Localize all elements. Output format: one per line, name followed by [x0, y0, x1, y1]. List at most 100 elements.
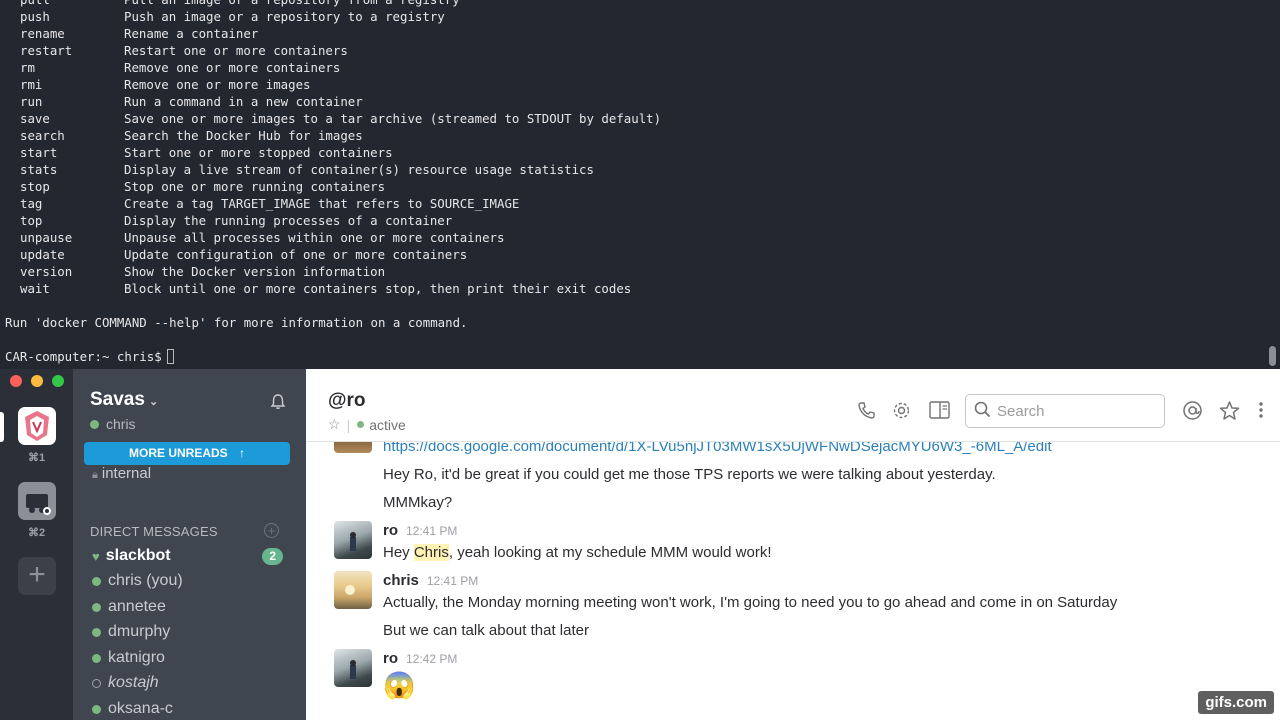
message-timestamp[interactable]: 12:41 PM	[427, 574, 478, 588]
terminal-line: update Update configuration of one or mor…	[5, 246, 661, 263]
message-sender[interactable]: ro 12:42 PM	[383, 650, 457, 667]
message-part: Hey	[383, 544, 414, 561]
more-unreads-button[interactable]: MORE UNREADS ↑	[84, 442, 290, 465]
add-team-button[interactable]: +	[18, 557, 56, 595]
message-sender[interactable]: chris 12:41 PM	[383, 572, 478, 589]
presence-dot-icon	[90, 419, 99, 429]
dm-label: oksana-c	[108, 700, 173, 717]
command-name: run	[20, 94, 43, 109]
user-mention[interactable]: Chris	[413, 544, 449, 561]
terminal-line: rmi Remove one or more images	[5, 76, 661, 93]
terminal-line: version Show the Docker version informati…	[5, 263, 661, 280]
terminal-output: pullPull an image or a repository from a…	[5, 0, 661, 365]
message-text: But we can talk about that later	[383, 622, 589, 639]
terminal-line: wait Block until one or more containers s…	[5, 280, 661, 297]
terminal-line: stop Stop one or more running containers	[5, 178, 661, 195]
message-text: Actually, the Monday morning meeting won…	[383, 594, 1118, 611]
star-items-icon[interactable]	[1219, 400, 1240, 426]
mentions-icon[interactable]	[1182, 400, 1203, 426]
command-description: Pull an image or a repository from a reg…	[124, 0, 460, 8]
command-name: unpause	[20, 230, 73, 245]
message-link[interactable]: https://docs.google.com/document/d/1X-LV…	[383, 442, 1052, 455]
command-description: Remove one or more containers	[124, 60, 341, 75]
presence-dot-icon	[92, 653, 101, 663]
add-dm-icon[interactable]: +	[264, 523, 279, 538]
shell-prompt: CAR-computer:~ chris$	[5, 349, 162, 364]
avatar[interactable]	[334, 571, 372, 609]
dm-item-oksana-c[interactable]: oksana-c	[92, 700, 287, 718]
phone-icon[interactable]	[857, 401, 876, 425]
message-sender[interactable]: ro 12:41 PM	[383, 522, 457, 539]
message-timestamp[interactable]: 12:41 PM	[406, 524, 457, 538]
dm-label: chris (you)	[108, 572, 183, 589]
star-icon[interactable]: ☆	[328, 416, 341, 433]
heart-icon: ♥	[92, 548, 100, 564]
direct-messages-header[interactable]: DIRECT MESSAGES	[90, 524, 218, 539]
command-name: tag	[20, 196, 43, 211]
gear-icon[interactable]	[892, 401, 911, 425]
avatar[interactable]	[334, 442, 372, 453]
command-description: Save one or more images to a tar archive…	[124, 111, 662, 126]
team-savas-icon[interactable]	[18, 407, 56, 445]
command-description: Start one or more stopped containers	[124, 145, 393, 160]
avatar[interactable]	[334, 649, 372, 687]
arrow-up-icon: ↑	[239, 446, 245, 460]
command-name: version	[20, 264, 73, 279]
dm-label: dmurphy	[108, 623, 171, 640]
presence-dot-icon	[357, 421, 365, 428]
dm-item-katnigro[interactable]: katnigro	[92, 649, 287, 667]
message-list: https://docs.google.com/document/d/1X-LV…	[306, 442, 1280, 720]
search-input[interactable]: Search	[965, 394, 1165, 428]
dm-label: kostajh	[108, 674, 159, 691]
terminal-line: save Save one or more images to a tar arc…	[5, 110, 661, 127]
more-options-icon[interactable]	[1259, 402, 1263, 423]
minimize-window-button[interactable]	[31, 375, 43, 387]
command-name: rm	[20, 60, 35, 75]
command-description: Push an image or a repository to a regis…	[124, 9, 445, 24]
text-cursor	[166, 349, 174, 364]
command-name: top	[20, 213, 43, 228]
team-two-icon[interactable]	[18, 482, 56, 520]
terminal-line: push Push an image or a repository to a r…	[5, 8, 661, 25]
command-name: search	[20, 128, 65, 143]
dm-item-annetee[interactable]: annetee	[92, 598, 287, 616]
terminal-line: stats Display a live stream of container(…	[5, 161, 661, 178]
maximize-window-button[interactable]	[52, 375, 64, 387]
dm-item-kostajh[interactable]: kostajh	[92, 674, 287, 692]
command-name: stop	[20, 179, 50, 194]
terminal-line: start Start one or more stopped container…	[5, 144, 661, 161]
dm-item-chris[interactable]: chris (you)	[92, 572, 287, 590]
dm-item-slackbot[interactable]: ♥ slackbot 2	[92, 547, 287, 565]
terminal-scrollbar[interactable]	[1269, 346, 1276, 366]
message-text: Hey Chris, yeah looking at my schedule M…	[383, 544, 772, 561]
presence-status: active	[369, 416, 406, 433]
channel-title[interactable]: @ro	[328, 390, 366, 412]
user-name: chris	[106, 416, 136, 432]
channel-internal[interactable]: 🔒︎ internal	[92, 465, 151, 482]
bell-icon[interactable]	[269, 393, 287, 416]
user-status[interactable]: chris	[90, 416, 136, 432]
prompt-line[interactable]: CAR-computer:~ chris$	[5, 348, 661, 365]
team2-shortcut: ⌘2	[27, 527, 46, 539]
message-part: , yeah looking at my schedule MMM would …	[448, 544, 772, 561]
channel-sidebar: Savas ⌄ chris MORE UNREADS ↑ 🔒︎ internal D…	[73, 369, 306, 720]
dm-label: annetee	[108, 598, 166, 615]
sidebar-toggle-icon[interactable]	[929, 401, 950, 424]
avatar[interactable]	[334, 521, 372, 559]
presence-dot-icon	[92, 627, 101, 637]
terminal-window[interactable]: pullPull an image or a repository from a…	[0, 0, 1280, 369]
message-timestamp[interactable]: 12:42 PM	[406, 652, 457, 666]
slack-window: ⌘1 ⌘2 + Savas ⌄ chris MORE UNREADS ↑ 🔒︎ in…	[0, 369, 1280, 720]
close-window-button[interactable]	[10, 375, 22, 387]
workspace-menu[interactable]: Savas ⌄	[90, 389, 158, 411]
command-name: stats	[20, 162, 58, 177]
dm-item-dmurphy[interactable]: dmurphy	[92, 623, 287, 641]
channel-label: internal	[101, 465, 152, 482]
unread-badge: 2	[262, 547, 283, 565]
team1-shortcut: ⌘1	[27, 452, 46, 464]
terminal-line: run Run a command in a new container	[5, 93, 661, 110]
workspace-name: Savas	[90, 389, 145, 410]
channel-meta: ☆ | active	[328, 416, 406, 433]
